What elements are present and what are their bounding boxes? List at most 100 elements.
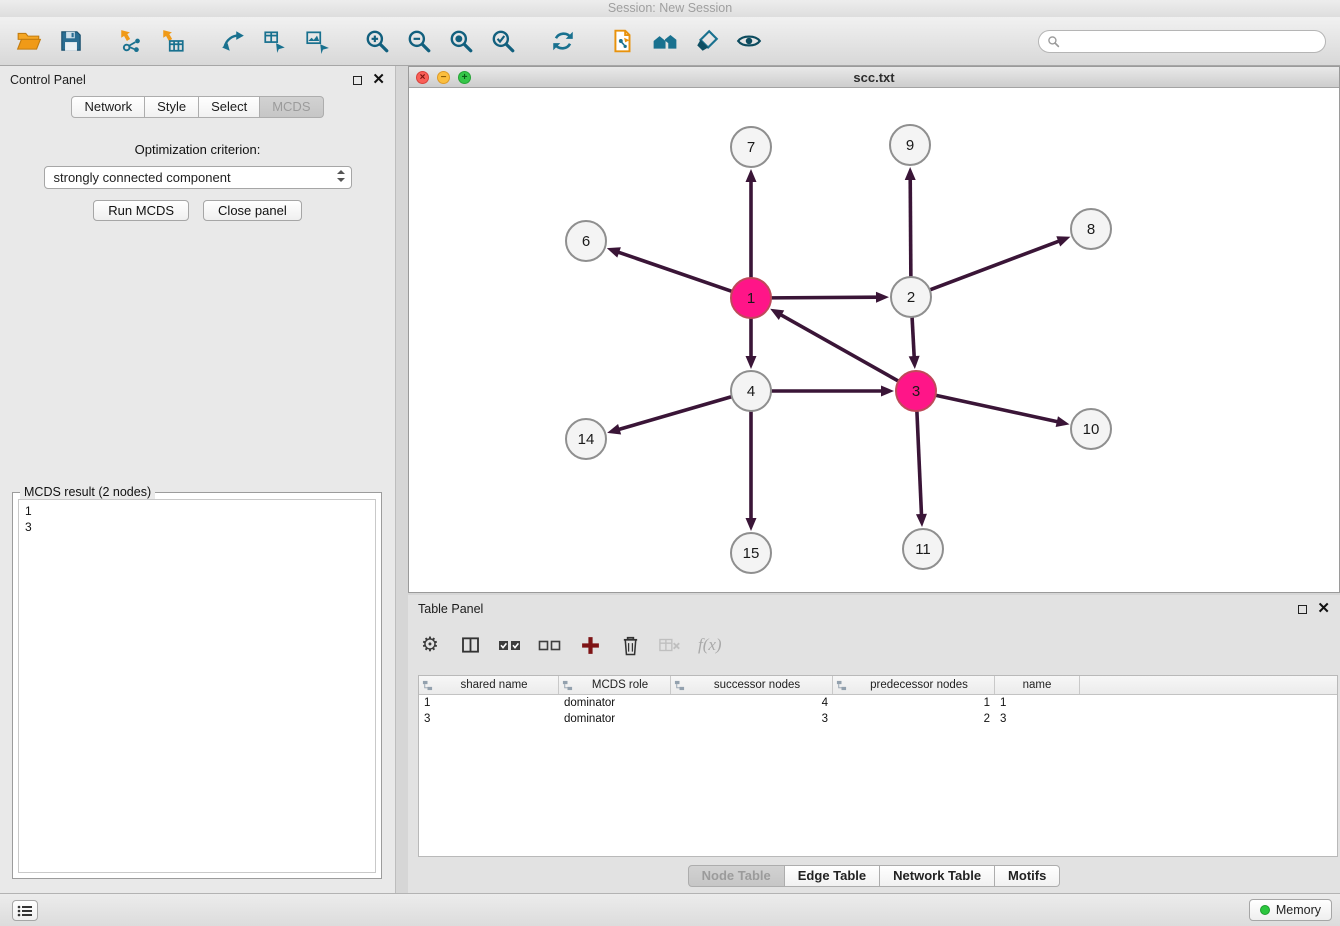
search-icon (1047, 35, 1060, 48)
mcds-result-item[interactable]: 3 (25, 519, 369, 535)
function-builder-icon: f(x) (698, 635, 722, 655)
graph-edge-1-2[interactable] (771, 297, 878, 298)
style-brush-icon[interactable] (692, 26, 722, 56)
show-columns-icon[interactable] (458, 633, 482, 657)
deselect-all-icon[interactable] (538, 633, 562, 657)
tab-mcds[interactable]: MCDS (260, 96, 323, 118)
graph-edge-3-11[interactable] (917, 411, 922, 516)
delete-icon[interactable] (618, 633, 642, 657)
clone-network-icon[interactable] (608, 26, 638, 56)
namespace-icon (836, 680, 847, 691)
close-table-panel-icon[interactable]: ✕ (1317, 604, 1330, 614)
graph-node-label: 11 (915, 541, 931, 558)
zoom-selected-icon[interactable] (488, 26, 518, 56)
cell-predecessor-nodes[interactable]: 2 (833, 711, 995, 727)
network-window-titlebar[interactable]: × − + scc.txt (409, 67, 1339, 88)
column-header-name[interactable]: name (995, 676, 1080, 694)
home-layout-icon[interactable] (650, 26, 680, 56)
float-table-panel-icon[interactable] (1298, 605, 1307, 614)
graph-edge-4-14[interactable] (618, 397, 732, 430)
window-minimize-button[interactable]: − (437, 71, 450, 84)
table-toolbar: ⚙ f(x) (418, 627, 722, 663)
control-panel-tabs: Network Style Select MCDS (0, 96, 395, 118)
cell-shared-name[interactable]: 3 (419, 711, 559, 727)
import-network-icon[interactable] (116, 26, 146, 56)
open-folder-icon[interactable] (14, 26, 44, 56)
column-header-mcds-role[interactable]: MCDS role (559, 676, 671, 694)
memory-button[interactable]: Memory (1249, 899, 1332, 921)
column-header-predecessor-nodes[interactable]: predecessor nodes (833, 676, 995, 694)
application-window: { "window": { "title": "Session: New Ses… (0, 0, 1340, 926)
tab-edge-table[interactable]: Edge Table (785, 865, 880, 887)
show-hide-eye-icon[interactable] (734, 26, 764, 56)
graph-edge-2-8[interactable] (930, 241, 1060, 290)
cell-mcds-role[interactable]: dominator (559, 711, 671, 727)
zoom-fit-icon[interactable] (446, 26, 476, 56)
cell-shared-name[interactable]: 1 (419, 695, 559, 711)
graph-node-label: 4 (747, 383, 755, 400)
cell-name[interactable]: 1 (995, 695, 1080, 711)
tab-network[interactable]: Network (71, 96, 145, 118)
column-header-shared-name[interactable]: shared name (419, 676, 559, 694)
tab-motifs[interactable]: Motifs (995, 865, 1060, 887)
memory-status-icon (1260, 905, 1270, 915)
namespace-icon (562, 680, 573, 691)
mcds-result-item[interactable]: 1 (25, 503, 369, 519)
window-close-button[interactable]: × (416, 71, 429, 84)
vertical-splitter[interactable] (398, 66, 408, 893)
task-history-button[interactable] (12, 900, 38, 921)
graph-edge-2-3[interactable] (912, 317, 914, 358)
delete-table-icon (658, 633, 682, 657)
close-panel-button[interactable]: Close panel (203, 200, 302, 221)
cell-mcds-role[interactable]: dominator (559, 695, 671, 711)
table-panel-header: Table Panel ✕ (408, 595, 1340, 623)
graph-node-label: 1 (747, 290, 755, 307)
table-panel-title: Table Panel (418, 602, 483, 616)
mcds-result-list[interactable]: 1 3 (18, 499, 376, 873)
search-field[interactable] (1038, 30, 1326, 53)
zoom-out-icon[interactable] (404, 26, 434, 56)
column-header-successor-nodes[interactable]: successor nodes (671, 676, 833, 694)
add-column-icon[interactable] (578, 633, 602, 657)
network-window-title: scc.txt (853, 70, 894, 85)
network-canvas[interactable]: 7968124314101511 (409, 89, 1339, 592)
network-view-window: × − + scc.txt 7968124314101511 (408, 66, 1340, 593)
select-all-icon[interactable] (498, 633, 522, 657)
network-from-table-icon[interactable] (260, 26, 290, 56)
graph-edge-1-6[interactable] (617, 252, 732, 292)
graph-edge-3-10[interactable] (936, 395, 1059, 422)
criterion-dropdown[interactable]: strongly connected component (44, 166, 352, 189)
cell-successor-nodes[interactable]: 4 (671, 695, 833, 711)
export-image-icon[interactable] (302, 26, 332, 56)
graph-edge-arrowhead (746, 518, 757, 531)
table-settings-gear-icon[interactable]: ⚙ (418, 633, 442, 657)
save-icon[interactable] (56, 26, 86, 56)
float-panel-icon[interactable] (353, 76, 362, 85)
cell-predecessor-nodes[interactable]: 1 (833, 695, 995, 711)
graph-edge-3-1[interactable] (780, 314, 899, 381)
graph-edge-2-9[interactable] (910, 178, 911, 277)
control-panel-header: Control Panel ✕ (0, 66, 395, 94)
import-table-icon[interactable] (158, 26, 188, 56)
cell-name[interactable]: 3 (995, 711, 1080, 727)
tab-style[interactable]: Style (145, 96, 199, 118)
memory-button-label: Memory (1276, 903, 1321, 917)
zoom-in-icon[interactable] (362, 26, 392, 56)
graph-edge-arrowhead (1056, 236, 1070, 246)
tab-network-table[interactable]: Network Table (880, 865, 995, 887)
window-zoom-button[interactable]: + (458, 71, 471, 84)
refresh-icon[interactable] (548, 26, 578, 56)
run-mcds-button[interactable]: Run MCDS (93, 200, 189, 221)
main-toolbar (0, 17, 1340, 66)
graph-edge-arrowhead (746, 169, 757, 182)
cell-successor-nodes[interactable]: 3 (671, 711, 833, 727)
network-graph[interactable]: 7968124314101511 (409, 89, 1339, 593)
graph-edge-arrowhead (746, 356, 757, 369)
graph-node-label: 2 (907, 289, 915, 306)
graph-edge-arrowhead (909, 356, 920, 369)
tab-node-table[interactable]: Node Table (688, 865, 785, 887)
search-input[interactable] (1065, 34, 1317, 48)
close-panel-icon[interactable]: ✕ (372, 75, 385, 85)
tab-select[interactable]: Select (199, 96, 260, 118)
new-network-icon[interactable] (218, 26, 248, 56)
